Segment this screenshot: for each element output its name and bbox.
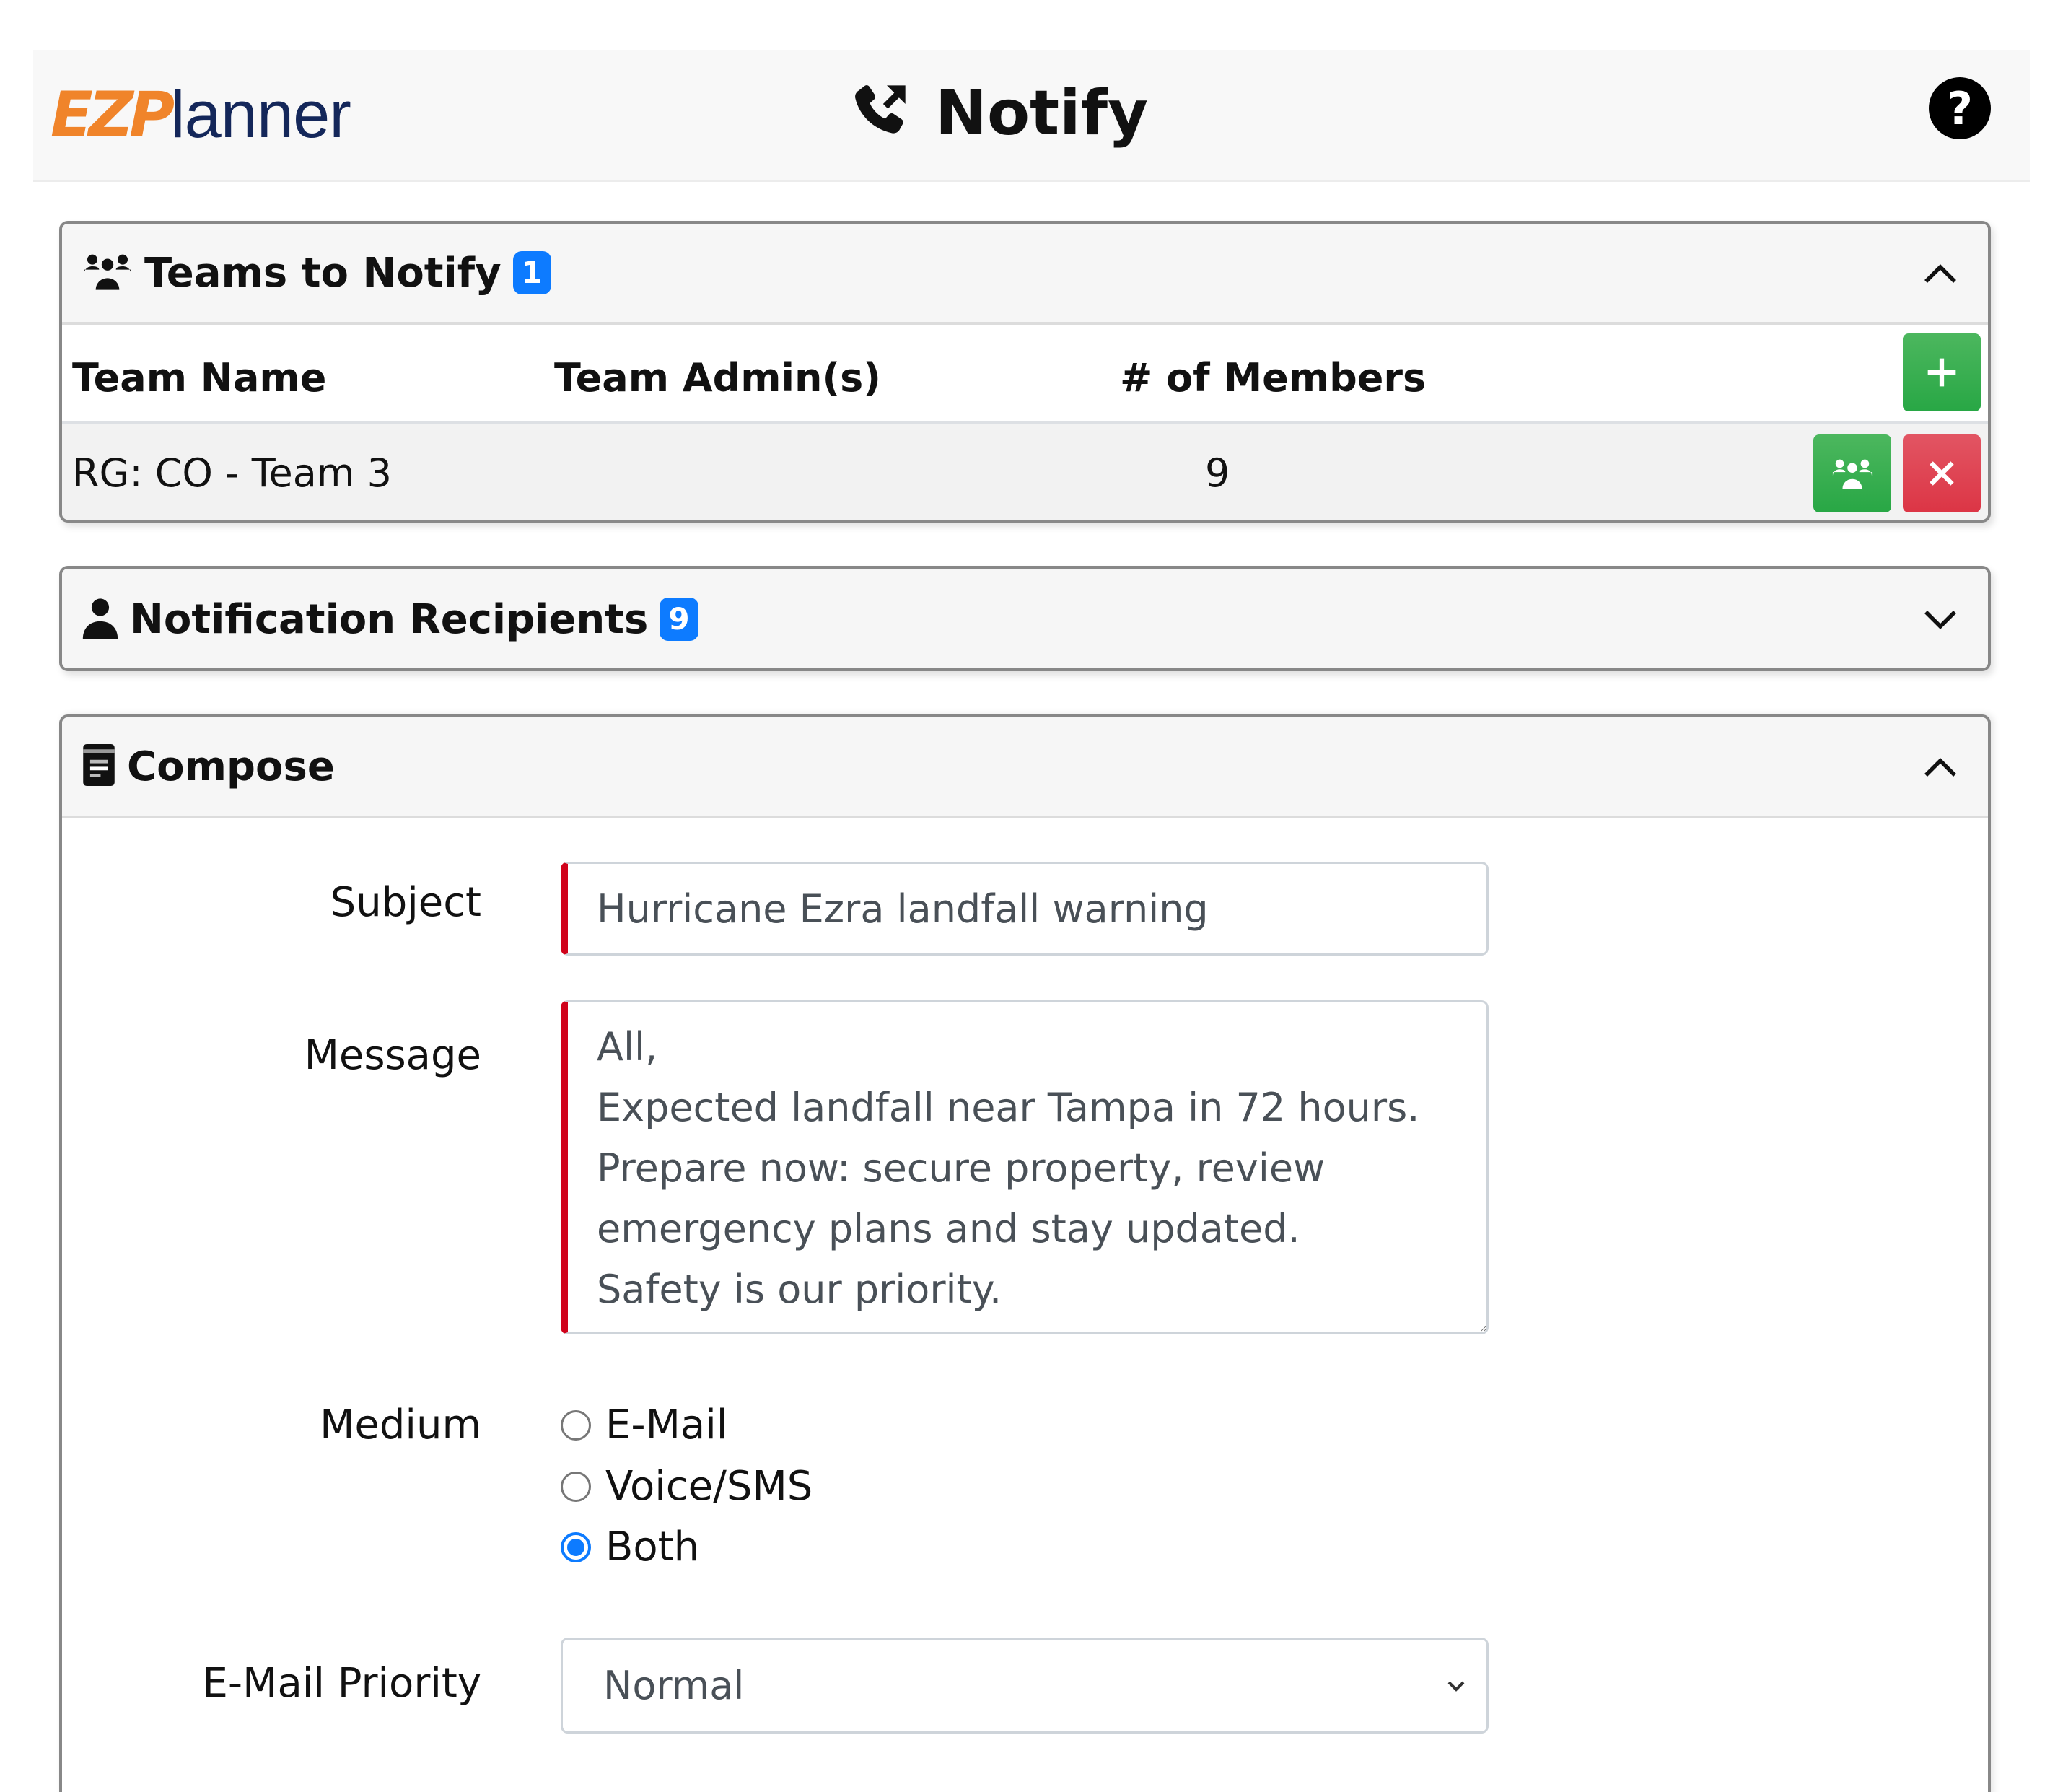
radio-email-label: E-Mail [605,1402,728,1448]
teams-count-badge: 1 [512,251,551,294]
recipients-panel-title: Notification Recipients [130,595,649,643]
users-icon [82,251,133,294]
phone-outgoing-icon [847,80,911,147]
radio-voice-sms-label: Voice/SMS [605,1463,813,1510]
logo-ez: EZP [51,79,175,151]
notification-recipients-panel: Notification Recipients 9 [59,566,1991,671]
recipients-count-badge: 9 [660,598,698,641]
column-team-admins: Team Admin(s) [554,355,881,401]
help-button[interactable]: ? [1929,77,1991,139]
ezplanner-logo[interactable]: EZP lanner [51,79,351,151]
message-textarea[interactable]: All, Expected landfall near Tampa in 72 … [561,1000,1489,1334]
document-icon [82,744,115,789]
view-team-members-button[interactable] [1813,434,1891,512]
email-priority-select[interactable]: Normal [561,1638,1489,1734]
radio-email[interactable] [561,1409,591,1441]
medium-option-email[interactable]: E-Mail [561,1402,727,1448]
medium-label: Medium [320,1402,481,1448]
member-count-cell: 9 [1205,450,1230,496]
medium-option-both[interactable]: Both [561,1524,699,1570]
compose-panel-header[interactable]: Compose [62,717,1988,818]
user-icon [82,597,118,642]
email-priority-value: Normal [603,1663,745,1708]
column-team-name: Team Name [72,355,327,401]
column-member-count: # of Members [1120,355,1427,401]
radio-both-label: Both [605,1524,700,1570]
subject-label: Subject [330,879,481,926]
teams-panel-title: Teams to Notify [144,249,501,297]
radio-voice-sms[interactable] [561,1471,591,1502]
close-icon [1930,461,1954,486]
page-title: Notify [847,70,1148,157]
compose-panel: Compose Subject Message All, Expected la… [59,714,1991,1792]
medium-option-voice-sms[interactable]: Voice/SMS [561,1463,813,1510]
teams-table-header: Team Name Team Admin(s) # of Members [62,325,1988,424]
logo-planner: lanner [170,78,351,152]
top-bar: EZP lanner Notify ? [33,50,2030,182]
question-circle-icon: ? [1947,82,1973,135]
page-title-text: Notify [935,77,1149,149]
recipients-panel-header[interactable]: Notification Recipients 9 [62,569,1988,668]
teams-panel-header[interactable]: Teams to Notify 1 [62,224,1988,325]
table-row: RG: CO - Team 3 9 [62,424,1988,520]
users-icon [1832,459,1873,489]
remove-team-button[interactable] [1903,434,1981,512]
radio-both[interactable] [561,1531,591,1562]
message-label: Message [304,1032,481,1079]
compose-panel-title: Compose [127,743,335,790]
add-team-button[interactable] [1903,333,1981,411]
team-name-cell: RG: CO - Team 3 [72,450,392,496]
plus-icon [1927,358,1956,387]
chevron-down-icon [1447,1681,1465,1692]
chevron-down-icon[interactable] [1919,598,1962,641]
chevron-up-icon[interactable] [1919,253,1962,296]
teams-to-notify-panel: Teams to Notify 1 Team Name Team Admin(s… [59,221,1991,523]
email-priority-label: E-Mail Priority [202,1660,481,1707]
subject-input[interactable] [561,862,1489,956]
chevron-up-icon[interactable] [1919,746,1962,790]
